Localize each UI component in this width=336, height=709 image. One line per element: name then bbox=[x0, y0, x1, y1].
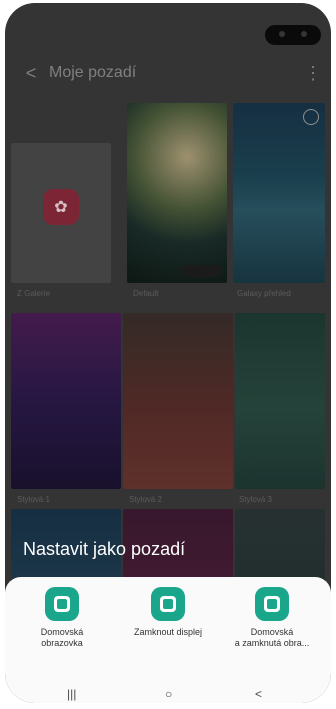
recent-apps-button[interactable]: ||| bbox=[67, 685, 76, 703]
option-label-line1: Domovská bbox=[250, 627, 294, 637]
system-nav-bar: ||| ○ < bbox=[5, 685, 331, 703]
icon-glyph bbox=[163, 599, 173, 609]
option-label-line2: a zamknutá obra... bbox=[234, 638, 310, 648]
option-label: Domovská a zamknutá obra... bbox=[217, 627, 327, 649]
option-home-and-lock[interactable]: Domovská a zamknutá obra... bbox=[217, 587, 327, 667]
option-home-screen[interactable]: Domovská obrazovka bbox=[7, 587, 117, 667]
icon-glyph bbox=[267, 599, 277, 609]
home-screen-icon bbox=[45, 587, 79, 621]
option-label: Domovská obrazovka bbox=[7, 627, 117, 649]
home-button[interactable]: ○ bbox=[165, 685, 172, 703]
sheet-title: Nastavit jako pozadí bbox=[23, 539, 186, 559]
home-and-lock-icon bbox=[255, 587, 289, 621]
option-label: Zamknout displej bbox=[113, 627, 223, 638]
option-label-line1: Domovská bbox=[40, 627, 84, 637]
back-button[interactable]: < bbox=[255, 685, 262, 703]
option-label-line2: obrazovka bbox=[41, 638, 83, 648]
phone-frame: < Moje pozadí ⋮ ✿ Z Galerie Default Gala… bbox=[5, 3, 331, 703]
option-lock-screen[interactable]: Zamknout displej bbox=[113, 587, 223, 667]
icon-glyph bbox=[57, 599, 67, 609]
lock-screen-icon bbox=[151, 587, 185, 621]
option-label-line1: Zamknout displej bbox=[133, 627, 203, 637]
